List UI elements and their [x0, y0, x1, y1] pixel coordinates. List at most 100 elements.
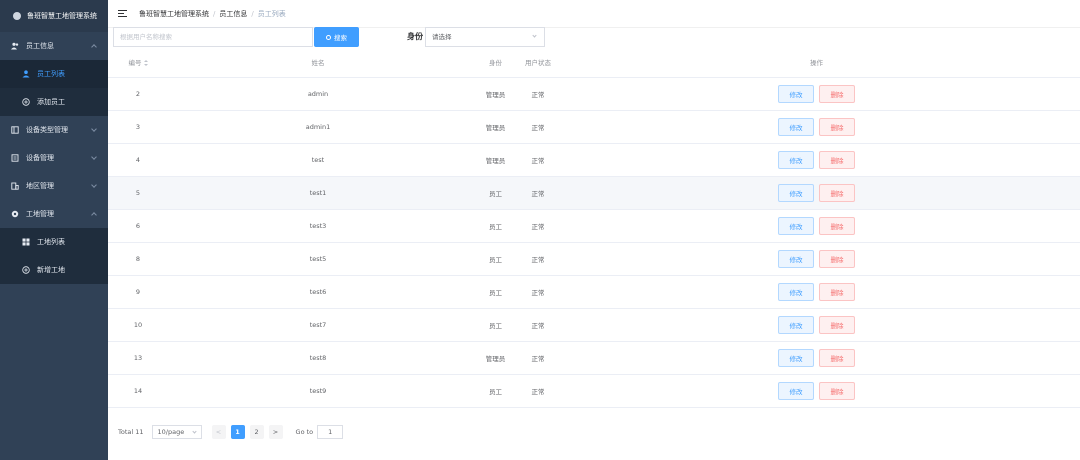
- sidebar-item-region[interactable]: 地区管理: [0, 172, 108, 200]
- cell-status: 正常: [523, 209, 553, 243]
- logo-icon: [13, 12, 21, 20]
- edit-button[interactable]: 修改: [778, 381, 814, 400]
- cell-id: 2: [108, 77, 168, 111]
- total-count: Total 11: [118, 428, 144, 436]
- pagination: Total 11 10/page < 1 2 > Go to 1: [118, 424, 344, 440]
- cell-role: 员工: [468, 176, 523, 210]
- cell-id: 4: [108, 143, 168, 177]
- identity-select[interactable]: 请选择: [425, 27, 545, 47]
- breadcrumb-item[interactable]: 鲁班智慧工地管理系统: [139, 10, 209, 18]
- edit-button[interactable]: 修改: [778, 315, 814, 334]
- search-button-label: 搜索: [334, 34, 347, 42]
- cell-name: test6: [168, 275, 468, 309]
- cell-id: 10: [108, 308, 168, 342]
- delete-button[interactable]: 删除: [819, 84, 855, 103]
- cell-id: 8: [108, 242, 168, 276]
- edit-button[interactable]: 修改: [778, 183, 814, 202]
- search-button[interactable]: 搜索: [314, 27, 359, 47]
- page-button-1[interactable]: 1: [230, 425, 245, 439]
- cell-role: 管理员: [468, 341, 523, 375]
- delete-button[interactable]: 删除: [819, 348, 855, 367]
- edit-button[interactable]: 修改: [778, 117, 814, 136]
- hamburger-icon[interactable]: [118, 9, 127, 18]
- cell-actions: 修改 删除: [553, 374, 1080, 408]
- cell-actions: 修改 删除: [553, 143, 1080, 177]
- edit-button[interactable]: 修改: [778, 216, 814, 235]
- sidebar-item-label: 添加员工: [37, 98, 65, 106]
- sort-icon[interactable]: [143, 60, 148, 67]
- app-logo[interactable]: 鲁班智慧工地管理系统: [0, 0, 108, 32]
- sidebar-item-site-list[interactable]: 工地列表: [0, 228, 108, 256]
- cell-name: admin: [168, 77, 468, 111]
- plus-circle-icon: [22, 266, 30, 274]
- cell-actions: 修改 删除: [553, 209, 1080, 243]
- page-button-2[interactable]: 2: [249, 425, 264, 439]
- chevron-down-icon: [532, 33, 537, 38]
- delete-button[interactable]: 删除: [819, 249, 855, 268]
- sidebar-item-label: 设备类型管理: [26, 126, 68, 134]
- sidebar-item-employee-list[interactable]: 员工列表: [0, 60, 108, 88]
- edit-button[interactable]: 修改: [778, 282, 814, 301]
- employee-table: 编号 姓名 身份 用户状态 操作 2 admin 管理员 正常 修改 删除 3 admin1 管…: [108, 48, 1080, 408]
- cell-status: 正常: [523, 275, 553, 309]
- sidebar: 鲁班智慧工地管理系统 员工信息 员工列表 添加员工 设备类型管理 设备管理 地区…: [0, 0, 108, 460]
- breadcrumb-item[interactable]: 员工信息: [219, 10, 247, 18]
- cell-id: 5: [108, 176, 168, 210]
- table-row: 5 test1 员工 正常 修改 删除: [108, 176, 1080, 210]
- delete-button[interactable]: 删除: [819, 150, 855, 169]
- cell-actions: 修改 删除: [553, 176, 1080, 210]
- sidebar-item-add-employee[interactable]: 添加员工: [0, 88, 108, 116]
- cell-actions: 修改 删除: [553, 275, 1080, 309]
- search-bar: 根据用户名称搜索 搜索 身份 请选择: [108, 27, 1080, 48]
- chevron-up-icon: [91, 212, 97, 218]
- cell-status: 正常: [523, 110, 553, 144]
- cell-actions: 修改 删除: [553, 341, 1080, 375]
- sidebar-item-site[interactable]: 工地管理: [0, 200, 108, 228]
- sidebar-item-label: 工地管理: [26, 210, 54, 218]
- edit-button[interactable]: 修改: [778, 84, 814, 103]
- cell-status: 正常: [523, 77, 553, 111]
- cell-actions: 修改 删除: [553, 110, 1080, 144]
- table-row: 2 admin 管理员 正常 修改 删除: [108, 77, 1080, 111]
- identity-select-value: 请选择: [432, 33, 452, 41]
- cell-name: test8: [168, 341, 468, 375]
- sidebar-item-label: 设备管理: [26, 154, 54, 162]
- edit-button[interactable]: 修改: [778, 249, 814, 268]
- delete-button[interactable]: 删除: [819, 216, 855, 235]
- cell-id: 13: [108, 341, 168, 375]
- column-header-id[interactable]: 编号: [108, 48, 168, 78]
- device-icon: [11, 154, 19, 162]
- cell-name: test: [168, 143, 468, 177]
- user-icon: [22, 70, 30, 78]
- page-size-select[interactable]: 10/page: [151, 425, 202, 439]
- sidebar-item-employee-info[interactable]: 员工信息: [0, 32, 108, 60]
- delete-button[interactable]: 删除: [819, 183, 855, 202]
- delete-button[interactable]: 删除: [819, 282, 855, 301]
- goto-input[interactable]: 1: [317, 425, 344, 439]
- search-input[interactable]: 根据用户名称搜索: [113, 27, 313, 47]
- sidebar-item-label: 新增工地: [37, 266, 65, 274]
- sidebar-item-device-type[interactable]: 设备类型管理: [0, 116, 108, 144]
- cell-role: 管理员: [468, 77, 523, 111]
- prev-page-button[interactable]: <: [211, 425, 226, 439]
- delete-button[interactable]: 删除: [819, 117, 855, 136]
- delete-button[interactable]: 删除: [819, 381, 855, 400]
- breadcrumb-current: 员工列表: [257, 9, 286, 18]
- edit-button[interactable]: 修改: [778, 348, 814, 367]
- sidebar-item-add-site[interactable]: 新增工地: [0, 256, 108, 284]
- chevron-down-icon: [91, 182, 97, 188]
- cell-role: 员工: [468, 374, 523, 408]
- sidebar-item-device[interactable]: 设备管理: [0, 144, 108, 172]
- cell-actions: 修改 删除: [553, 308, 1080, 342]
- cell-actions: 修改 删除: [553, 242, 1080, 276]
- table-header-row: 编号 姓名 身份 用户状态 操作: [108, 48, 1080, 78]
- cell-name: admin1: [168, 110, 468, 144]
- delete-button[interactable]: 删除: [819, 315, 855, 334]
- cell-role: 管理员: [468, 143, 523, 177]
- identity-label: 身份: [407, 32, 423, 41]
- next-page-button[interactable]: >: [268, 425, 283, 439]
- table-row: 13 test8 管理员 正常 修改 删除: [108, 341, 1080, 375]
- edit-button[interactable]: 修改: [778, 150, 814, 169]
- table-row: 9 test6 员工 正常 修改 删除: [108, 275, 1080, 309]
- page-size-value: 10/page: [157, 428, 185, 436]
